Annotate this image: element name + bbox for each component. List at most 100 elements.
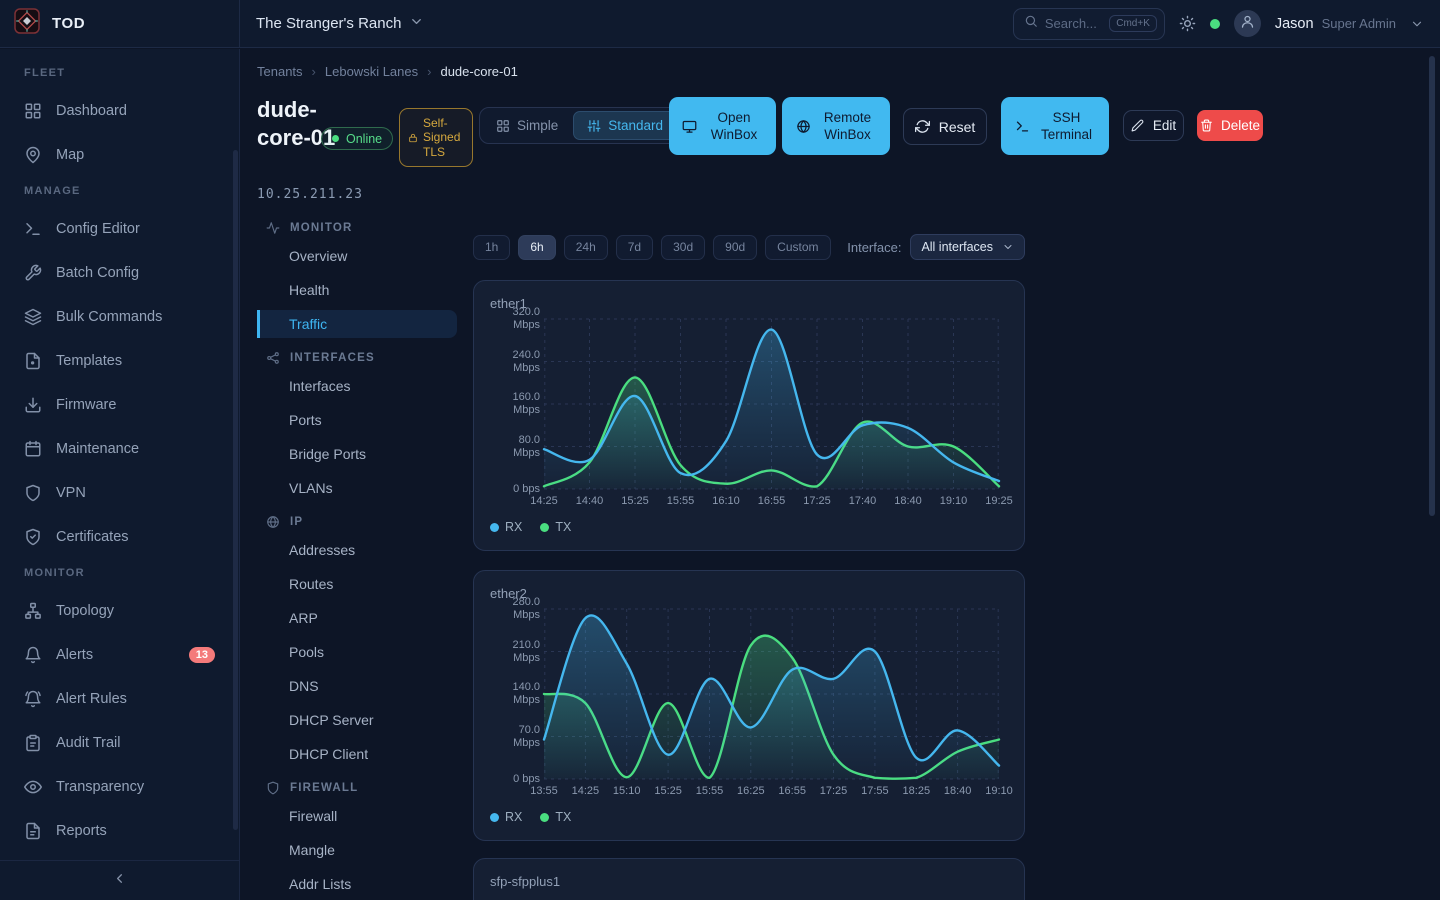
delete-button[interactable]: Delete <box>1197 110 1263 141</box>
button-label: SSH Terminal <box>1038 109 1096 143</box>
avatar[interactable] <box>1234 10 1261 37</box>
theme-toggle-sun-icon[interactable] <box>1179 15 1196 32</box>
y-axis-tick-label: 160.0Mbps <box>488 391 540 417</box>
terminal-prompt-icon <box>1015 119 1030 134</box>
x-axis-tick-label: 17:55 <box>861 785 889 797</box>
button-label: Remote WinBox <box>819 109 877 143</box>
time-range-custom[interactable]: Custom <box>765 235 830 260</box>
view-mode-toggle: Simple Standard <box>479 107 681 144</box>
subnav-item-vlans[interactable]: VLANs <box>257 474 457 502</box>
calendar-icon <box>24 440 42 458</box>
subnav-item-pools[interactable]: Pools <box>257 638 457 666</box>
subnav-item-health[interactable]: Health <box>257 276 457 304</box>
activity-icon <box>266 221 280 235</box>
sidebar-item-dashboard[interactable]: Dashboard <box>8 93 231 129</box>
sidebar-item-certificates[interactable]: Certificates <box>8 519 231 555</box>
subnav-item-bridge-ports[interactable]: Bridge Ports <box>257 440 457 468</box>
reset-button[interactable]: Reset <box>903 108 987 145</box>
button-label: Delete <box>1221 118 1260 133</box>
sidebar-item-topology[interactable]: Topology <box>8 593 231 629</box>
sidebar-item-alerts[interactable]: Alerts 13 <box>8 637 231 673</box>
x-axis-tick-label: 16:10 <box>712 495 740 507</box>
tenant-name: The Stranger's Ranch <box>256 15 401 32</box>
time-range-30d[interactable]: 30d <box>661 235 705 260</box>
sidebar-nav: FLEET Dashboard Map MANAGE Config Editor… <box>0 49 239 860</box>
sidebar-item-batch-config[interactable]: Batch Config <box>8 255 231 291</box>
sidebar-scrollbar[interactable] <box>233 150 238 830</box>
open-winbox-button[interactable]: Open WinBox <box>669 97 776 155</box>
subnav-item-interfaces[interactable]: Interfaces <box>257 372 457 400</box>
sliders-icon <box>587 119 601 133</box>
subnav-group-interfaces: INTERFACES <box>257 344 457 372</box>
subnav-group-label: MONITOR <box>290 222 353 234</box>
subnav-item-addr-lists[interactable]: Addr Lists <box>257 870 457 898</box>
time-range-90d[interactable]: 90d <box>713 235 757 260</box>
sidebar-item-map[interactable]: Map <box>8 137 231 173</box>
chart-card-ether2: ether2280.0Mbps210.0Mbps140.0Mbps70.0Mbp… <box>473 570 1025 841</box>
interface-select[interactable]: All interfaces <box>910 234 1025 260</box>
time-range-7d[interactable]: 7d <box>616 235 653 260</box>
subnav-item-overview[interactable]: Overview <box>257 242 457 270</box>
x-axis-tick-label: 18:25 <box>903 785 931 797</box>
time-range-6h[interactable]: 6h <box>518 235 555 260</box>
subnav-group-monitor: MONITOR <box>257 214 457 242</box>
sidebar-collapse-button[interactable] <box>0 860 239 900</box>
sidebar-section-monitor: MONITOR <box>0 567 239 583</box>
x-axis: 13:5514:2515:1015:2515:5516:2516:5517:25… <box>544 785 999 799</box>
legend-dot <box>540 523 549 532</box>
sidebar-item-config-editor[interactable]: Config Editor <box>8 211 231 247</box>
connection-status-dot <box>1210 19 1220 29</box>
sidebar-section-fleet: FLEET <box>0 67 239 83</box>
sidebar-item-vpn[interactable]: VPN <box>8 475 231 511</box>
sidebar-section-manage: MANAGE <box>0 185 239 201</box>
chevron-left-icon <box>112 871 127 891</box>
x-axis-tick-label: 14:25 <box>530 495 558 507</box>
online-label: Online <box>346 132 382 146</box>
search-shortcut-kbd: Cmd+K <box>1109 15 1157 32</box>
x-axis-tick-label: 17:40 <box>849 495 877 507</box>
user-menu-chevron-icon[interactable] <box>1410 17 1424 31</box>
breadcrumb-tenant[interactable]: Lebowski Lanes <box>325 64 418 79</box>
subnav-item-traffic[interactable]: Traffic <box>257 310 457 338</box>
traffic-chart-ether2 <box>544 609 999 779</box>
tls-label: Self-Signed TLS <box>423 116 466 160</box>
sidebar-item-label: Alert Rules <box>56 691 127 707</box>
bell-ring-icon <box>24 690 42 708</box>
subnav-item-arp[interactable]: ARP <box>257 604 457 632</box>
edit-button[interactable]: Edit <box>1123 110 1184 141</box>
mode-toggle-standard[interactable]: Standard <box>573 111 677 140</box>
time-range-group: 1h 6h 24h 7d 30d 90d Custom <box>473 235 831 260</box>
sidebar-item-templates[interactable]: Templates <box>8 343 231 379</box>
ssh-terminal-button[interactable]: SSH Terminal <box>1001 97 1109 155</box>
subnav-item-routes[interactable]: Routes <box>257 570 457 598</box>
sidebar-item-reports[interactable]: Reports <box>8 813 231 849</box>
subnav-item-dhcp-server[interactable]: DHCP Server <box>257 706 457 734</box>
sidebar-item-alert-rules[interactable]: Alert Rules <box>8 681 231 717</box>
search-input[interactable] <box>1045 16 1102 31</box>
sidebar-item-firmware[interactable]: Firmware <box>8 387 231 423</box>
sidebar-item-audit-trail[interactable]: Audit Trail <box>8 725 231 761</box>
sidebar-item-bulk-commands[interactable]: Bulk Commands <box>8 299 231 335</box>
subnav-item-firewall[interactable]: Firewall <box>257 802 457 830</box>
subnav-item-dhcp-client[interactable]: DHCP Client <box>257 740 457 768</box>
mode-toggle-simple[interactable]: Simple <box>483 111 571 140</box>
subnav-item-ports[interactable]: Ports <box>257 406 457 434</box>
time-range-24h[interactable]: 24h <box>564 235 608 260</box>
sidebar-item-label: Certificates <box>56 529 129 545</box>
online-dot <box>332 135 339 142</box>
main-scrollbar[interactable] <box>1429 56 1435 516</box>
x-axis-tick-label: 18:40 <box>894 495 922 507</box>
subnav-item-addresses[interactable]: Addresses <box>257 536 457 564</box>
sidebar-item-transparency[interactable]: Transparency <box>8 769 231 805</box>
remote-winbox-button[interactable]: Remote WinBox <box>782 97 890 155</box>
sidebar-item-maintenance[interactable]: Maintenance <box>8 431 231 467</box>
sidebar-item-label: Bulk Commands <box>56 309 162 325</box>
sidebar-item-label: Firmware <box>56 397 116 413</box>
time-range-1h[interactable]: 1h <box>473 235 510 260</box>
sidebar-item-label: Templates <box>56 353 122 369</box>
global-search[interactable]: Cmd+K <box>1013 8 1165 40</box>
breadcrumb-tenants[interactable]: Tenants <box>257 64 303 79</box>
subnav-item-mangle[interactable]: Mangle <box>257 836 457 864</box>
subnav-item-dns[interactable]: DNS <box>257 672 457 700</box>
tenant-selector[interactable]: The Stranger's Ranch <box>256 14 424 33</box>
